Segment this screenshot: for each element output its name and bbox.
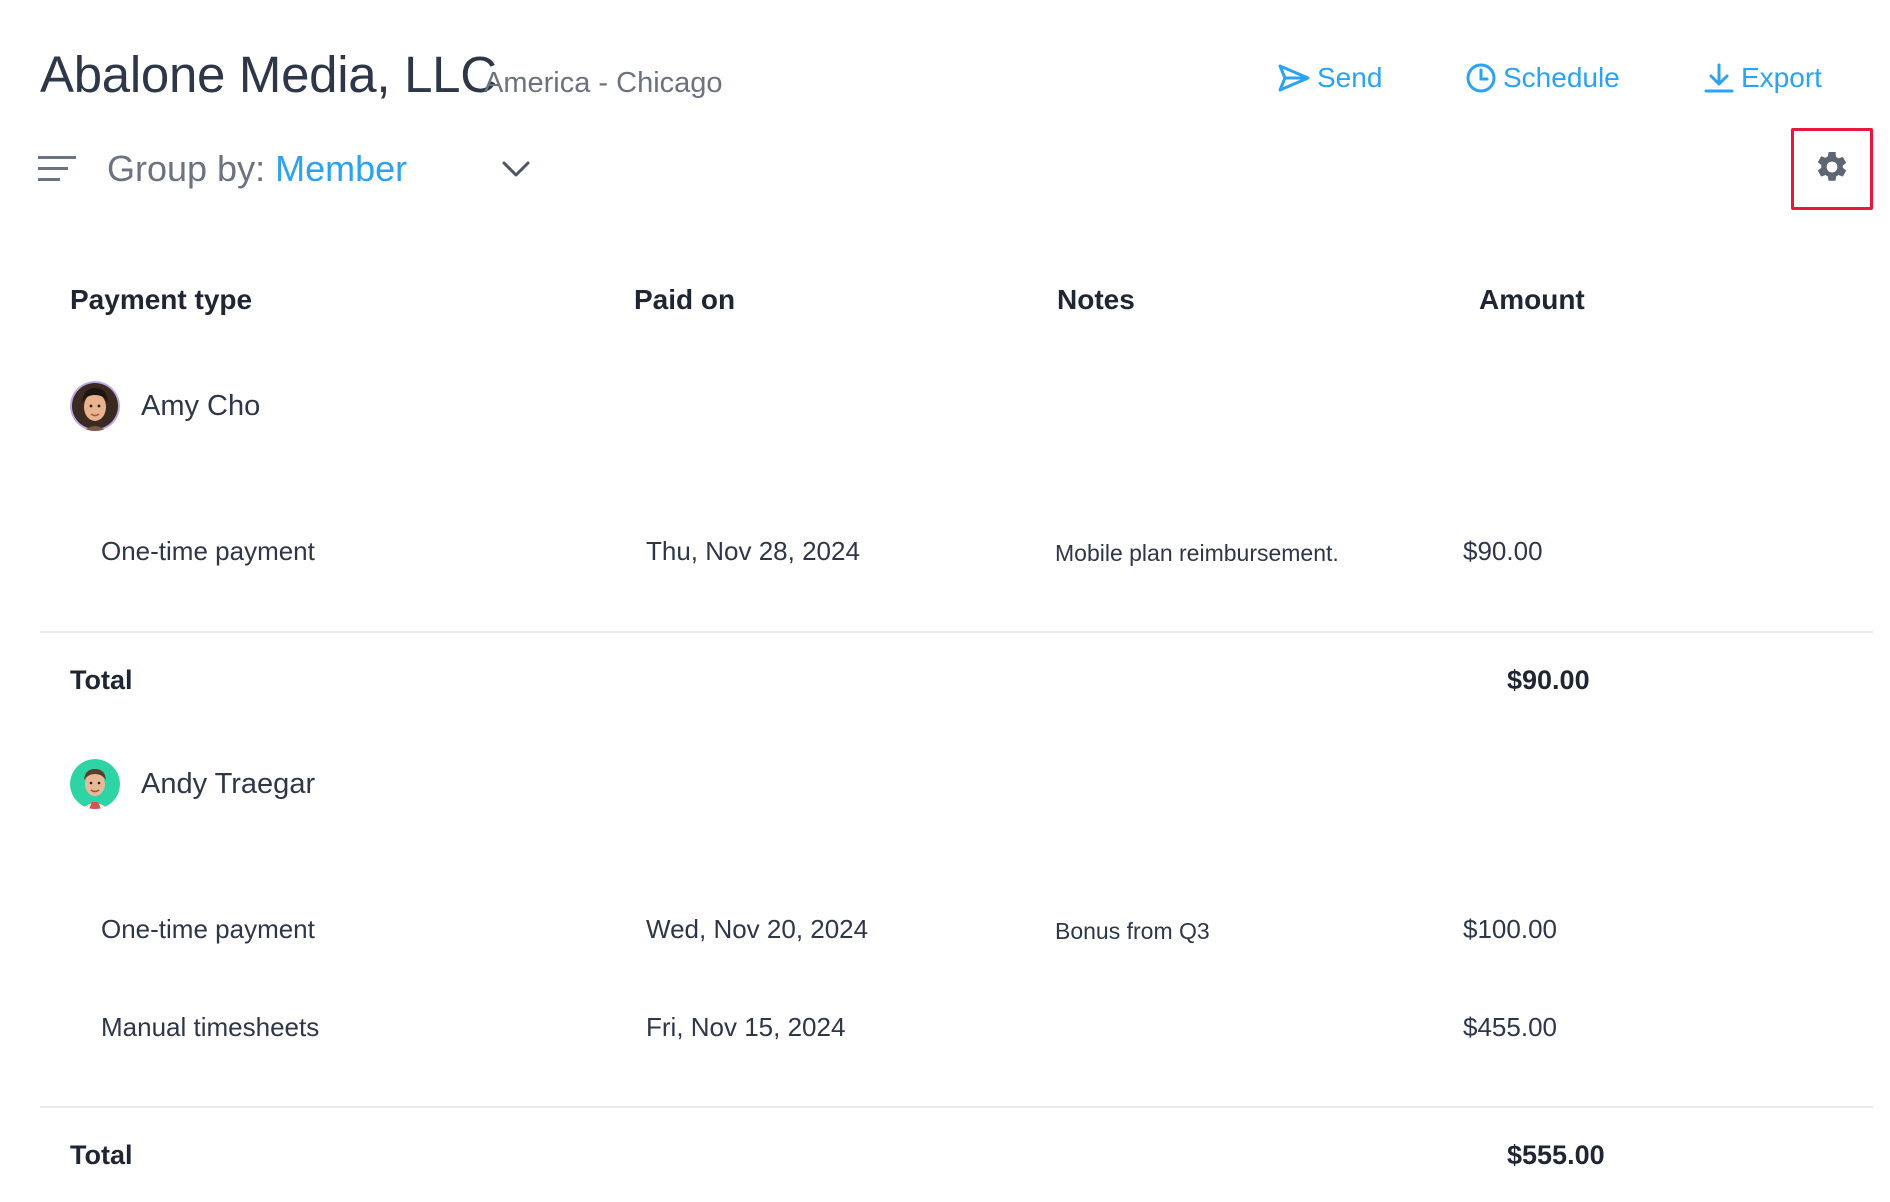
payments-report-page: Abalone Media, LLC America - Chicago Sen… bbox=[0, 0, 1890, 1202]
export-label: Export bbox=[1741, 62, 1822, 93]
send-button[interactable]: Send bbox=[1277, 56, 1382, 100]
avatar bbox=[70, 381, 120, 431]
avatar bbox=[70, 759, 120, 809]
column-header-payment-type[interactable]: Payment type bbox=[70, 282, 252, 318]
send-label: Send bbox=[1317, 62, 1383, 93]
total-amount: $90.00 bbox=[1507, 665, 1590, 695]
member-name: Andy Traegar bbox=[141, 767, 316, 800]
schedule-button[interactable]: Schedule bbox=[1465, 56, 1620, 100]
column-header-amount[interactable]: Amount bbox=[1479, 282, 1585, 318]
amount-cell: $100.00 bbox=[1463, 914, 1557, 944]
column-header-paid-on[interactable]: Paid on bbox=[634, 282, 735, 318]
column-header-notes[interactable]: Notes bbox=[1057, 282, 1135, 318]
total-amount: $555.00 bbox=[1507, 1140, 1605, 1170]
member-group-header[interactable]: Amy Cho bbox=[70, 380, 260, 432]
notes-cell: Mobile plan reimbursement. bbox=[1055, 540, 1339, 566]
company-location: America - Chicago bbox=[484, 67, 723, 99]
send-icon bbox=[1277, 63, 1311, 93]
member-group-header[interactable]: Andy Traegar bbox=[70, 758, 315, 810]
divider bbox=[40, 631, 1873, 633]
chevron-down-icon[interactable] bbox=[500, 156, 532, 182]
group-by-value: Member bbox=[275, 148, 408, 189]
paid-on-cell: Fri, Nov 15, 2024 bbox=[646, 1012, 846, 1042]
group-by-selector[interactable]: Group by: Member bbox=[107, 147, 407, 191]
notes-cell: Bonus from Q3 bbox=[1055, 918, 1210, 944]
download-icon bbox=[1703, 62, 1735, 94]
payment-type-cell: One-time payment bbox=[101, 536, 315, 566]
amount-cell: $90.00 bbox=[1463, 536, 1543, 566]
paid-on-cell: Thu, Nov 28, 2024 bbox=[646, 536, 860, 566]
total-label: Total bbox=[70, 665, 133, 695]
amount-cell: $455.00 bbox=[1463, 1012, 1557, 1042]
company-name: Abalone Media, LLC bbox=[40, 46, 497, 103]
total-label: Total bbox=[70, 1140, 133, 1170]
schedule-label: Schedule bbox=[1503, 62, 1620, 93]
gear-icon bbox=[1814, 149, 1850, 190]
payment-type-cell: Manual timesheets bbox=[101, 1012, 320, 1042]
member-name: Amy Cho bbox=[141, 389, 261, 422]
settings-button[interactable] bbox=[1791, 128, 1873, 210]
group-by-label: Group by: bbox=[107, 148, 266, 189]
payment-type-cell: One-time payment bbox=[101, 914, 315, 944]
divider bbox=[40, 1106, 1873, 1108]
paid-on-cell: Wed, Nov 20, 2024 bbox=[646, 914, 869, 944]
export-button[interactable]: Export bbox=[1703, 56, 1822, 100]
sort-lines-icon[interactable] bbox=[38, 154, 78, 184]
clock-icon bbox=[1465, 62, 1497, 94]
